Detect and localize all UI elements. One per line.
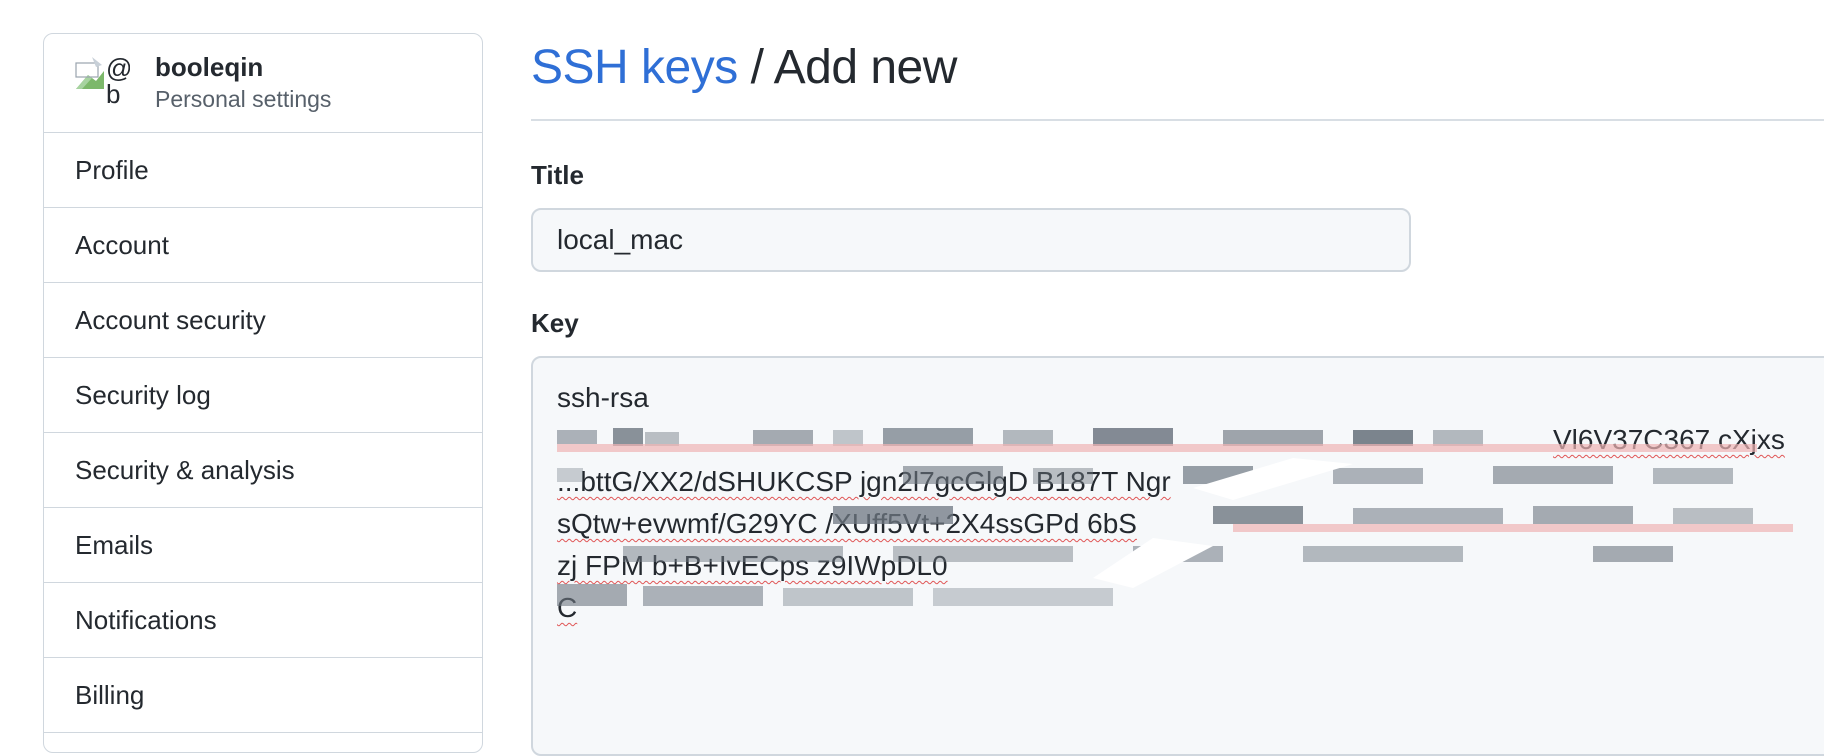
settings-sidebar: @ b . booleqin Personal settings Profile…: [43, 33, 483, 753]
breadcrumb-current: Add new: [773, 41, 958, 94]
sidebar-item-account-security[interactable]: Account security: [44, 283, 482, 358]
avatar[interactable]: @ b .: [74, 49, 130, 115]
sidebar-item-profile[interactable]: Profile: [44, 133, 482, 208]
sidebar-item-billing[interactable]: Billing: [44, 658, 482, 733]
user-name[interactable]: booleqin: [155, 52, 263, 83]
svg-text:.: .: [109, 104, 113, 115]
sidebar-item-security-log[interactable]: Security log: [44, 358, 482, 433]
key-line-1: ssh-rsa: [557, 382, 649, 413]
key-label: Key: [531, 308, 579, 338]
key-redaction: [557, 428, 1793, 606]
user-subtitle: Personal settings: [155, 86, 332, 112]
title-input[interactable]: [531, 208, 1411, 272]
settings-nav: Profile Account Account security Securit…: [44, 133, 482, 733]
page-title: SSH keys / Add new: [531, 40, 957, 95]
header-divider: [531, 119, 1824, 121]
title-label: Title: [531, 160, 584, 190]
key-textarea[interactable]: ssh-rsa Vl6V37C367 cXjxs ...bttG/XX2/dSH…: [531, 356, 1824, 756]
breadcrumb-separator: /: [750, 41, 764, 94]
sidebar-item-emails[interactable]: Emails: [44, 508, 482, 583]
sidebar-item-account[interactable]: Account: [44, 208, 482, 283]
sidebar-item-security-analysis[interactable]: Security & analysis: [44, 433, 482, 508]
user-header[interactable]: @ b . booleqin Personal settings: [44, 34, 482, 133]
sidebar-item-notifications[interactable]: Notifications: [44, 583, 482, 658]
breadcrumb-ssh-keys-link[interactable]: SSH keys: [531, 41, 738, 94]
